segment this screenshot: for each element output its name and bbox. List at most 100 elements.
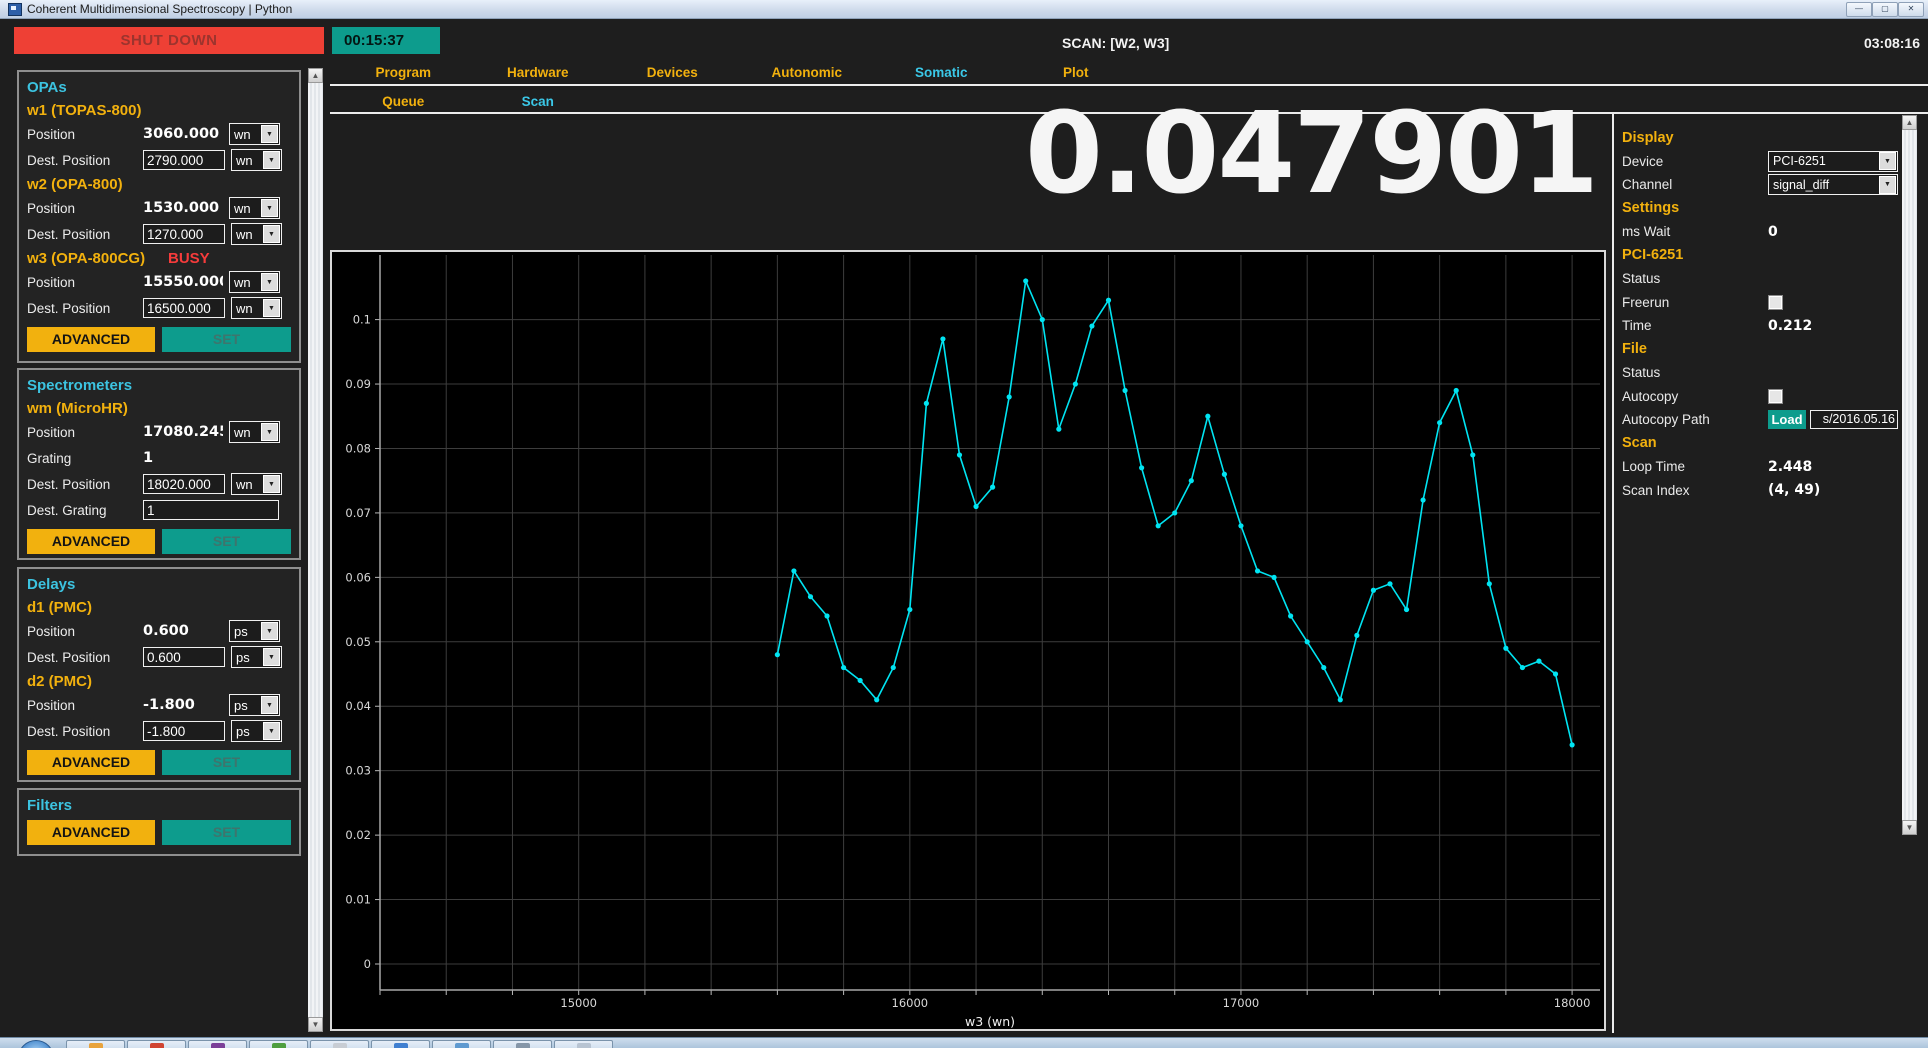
chevron-down-icon[interactable]: ▼ [263, 722, 280, 740]
dest-position-input[interactable] [143, 224, 225, 244]
scroll-down-icon[interactable]: ▼ [308, 1017, 323, 1032]
row-label: Position [27, 624, 143, 639]
sidebar-scrollbar[interactable] [308, 68, 323, 1032]
dest-position-input[interactable] [143, 150, 225, 170]
units-value: ps [232, 724, 250, 739]
taskbar-app-button[interactable] [371, 1040, 430, 1048]
subtab-queue[interactable]: Queue [336, 91, 471, 113]
row-label: Dest. Position [27, 724, 143, 739]
main-tab-bar: ProgramHardwareDevicesAutonomicSomaticPl… [336, 62, 1143, 84]
shutdown-button[interactable]: SHUT DOWN [14, 27, 324, 54]
chevron-down-icon[interactable]: ▼ [261, 423, 278, 441]
y-tick-label: 0.01 [345, 893, 371, 907]
units-dropdown[interactable]: wn▼ [229, 421, 280, 443]
advanced-button[interactable]: ADVANCED [27, 529, 155, 554]
advanced-button[interactable]: ADVANCED [27, 820, 155, 845]
panel-scroll-down-icon[interactable]: ▼ [1902, 820, 1917, 835]
data-point [1553, 671, 1558, 676]
panel-scroll-up-icon[interactable]: ▲ [1902, 115, 1917, 130]
chevron-down-icon[interactable]: ▼ [261, 125, 278, 143]
tab-somatic[interactable]: Somatic [874, 62, 1009, 84]
setting-label: Freerun [1622, 295, 1768, 310]
taskbar-app-button[interactable] [493, 1040, 552, 1048]
data-point [824, 613, 829, 618]
set-button[interactable]: SET [162, 327, 291, 352]
app-glyph-icon [272, 1043, 286, 1048]
device-name: d2 (PMC) [27, 673, 168, 690]
setting-dropdown[interactable]: signal_diff▼ [1768, 174, 1898, 195]
chevron-down-icon[interactable]: ▼ [263, 648, 280, 666]
scroll-up-icon[interactable]: ▲ [308, 68, 323, 83]
chevron-down-icon[interactable]: ▼ [261, 696, 278, 714]
panel-scrollbar[interactable] [1902, 115, 1917, 835]
advanced-button[interactable]: ADVANCED [27, 750, 155, 775]
units-dropdown[interactable]: wn▼ [231, 223, 282, 245]
dest-position-input[interactable] [143, 500, 279, 520]
device-group-header: w2 (OPA-800) [25, 173, 293, 195]
tab-autonomic[interactable]: Autonomic [740, 62, 875, 84]
units-dropdown[interactable]: ps▼ [229, 620, 280, 642]
dest-position-input[interactable] [143, 474, 225, 494]
chevron-down-icon[interactable]: ▼ [261, 273, 278, 291]
dest-position-input[interactable] [143, 721, 225, 741]
checkbox[interactable] [1768, 389, 1783, 404]
settings-row: Time0.212 [1622, 314, 1898, 338]
units-value: wn [232, 477, 253, 492]
plot-frame [331, 251, 1605, 1030]
checkbox[interactable] [1768, 295, 1783, 310]
tab-devices[interactable]: Devices [605, 62, 740, 84]
units-dropdown[interactable]: wn▼ [231, 149, 282, 171]
taskbar-app-button[interactable] [310, 1040, 369, 1048]
chevron-down-icon[interactable]: ▼ [263, 475, 280, 493]
units-dropdown[interactable]: wn ▼ [231, 473, 282, 495]
dest-position-input[interactable] [143, 298, 225, 318]
chevron-down-icon[interactable]: ▼ [1879, 176, 1896, 194]
setting-dropdown[interactable]: PCI-6251▼ [1768, 151, 1898, 172]
device-group-header: w1 (TOPAS-800) [25, 99, 293, 121]
tab-hardware[interactable]: Hardware [471, 62, 606, 84]
units-dropdown[interactable]: ps ▼ [231, 720, 282, 742]
chevron-down-icon[interactable]: ▼ [261, 199, 278, 217]
units-dropdown[interactable]: wn▼ [231, 297, 282, 319]
taskbar-app-button[interactable] [188, 1040, 247, 1048]
minimize-button[interactable]: — [1846, 2, 1872, 17]
title-bar: Coherent Multidimensional Spectroscopy |… [0, 0, 1928, 19]
dest-position-input[interactable] [143, 647, 225, 667]
taskbar-app-button[interactable] [554, 1040, 613, 1048]
taskbar-app-button[interactable] [66, 1040, 125, 1048]
device-group-header: d1 (PMC) [25, 596, 293, 618]
start-button[interactable] [18, 1040, 54, 1048]
set-button[interactable]: SET [162, 820, 291, 845]
autocopy-path-input[interactable]: s/2016.05.16 [1810, 410, 1898, 429]
units-dropdown[interactable]: wn▼ [229, 197, 280, 219]
chevron-down-icon[interactable]: ▼ [1879, 152, 1896, 170]
device-row: Position3060.000wn▼ [25, 121, 293, 147]
tab-program[interactable]: Program [336, 62, 471, 84]
units-dropdown[interactable]: ps▼ [229, 694, 280, 716]
setting-label: Device [1622, 154, 1768, 169]
advanced-button[interactable]: ADVANCED [27, 327, 155, 352]
device-row: Dest. Position ps ▼ [25, 718, 293, 744]
units-dropdown[interactable]: ps▼ [231, 646, 282, 668]
chevron-down-icon[interactable]: ▼ [263, 151, 280, 169]
units-dropdown[interactable]: wn ▼ [229, 271, 280, 293]
y-tick-label: 0.02 [345, 828, 371, 842]
tab-plot[interactable]: Plot [1009, 62, 1144, 84]
set-button[interactable]: SET [162, 529, 291, 554]
units-dropdown[interactable]: wn▼ [229, 123, 280, 145]
taskbar-app-button[interactable] [127, 1040, 186, 1048]
chevron-down-icon[interactable]: ▼ [263, 299, 280, 317]
taskbar-app-button[interactable] [432, 1040, 491, 1048]
taskbar-app-button[interactable] [249, 1040, 308, 1048]
position-value: 1530.000 [143, 200, 223, 216]
set-button[interactable]: SET [162, 750, 291, 775]
chevron-down-icon[interactable]: ▼ [261, 622, 278, 640]
load-button[interactable]: Load [1768, 410, 1806, 429]
close-button[interactable]: ✕ [1898, 2, 1924, 17]
subtab-scan[interactable]: Scan [471, 91, 606, 113]
units-value: wn [230, 275, 251, 290]
maximize-button[interactable]: ▢ [1872, 2, 1898, 17]
device-row: Dest. Positionps▼ [25, 644, 293, 670]
chevron-down-icon[interactable]: ▼ [263, 225, 280, 243]
row-label: Dest. Grating [27, 503, 143, 518]
